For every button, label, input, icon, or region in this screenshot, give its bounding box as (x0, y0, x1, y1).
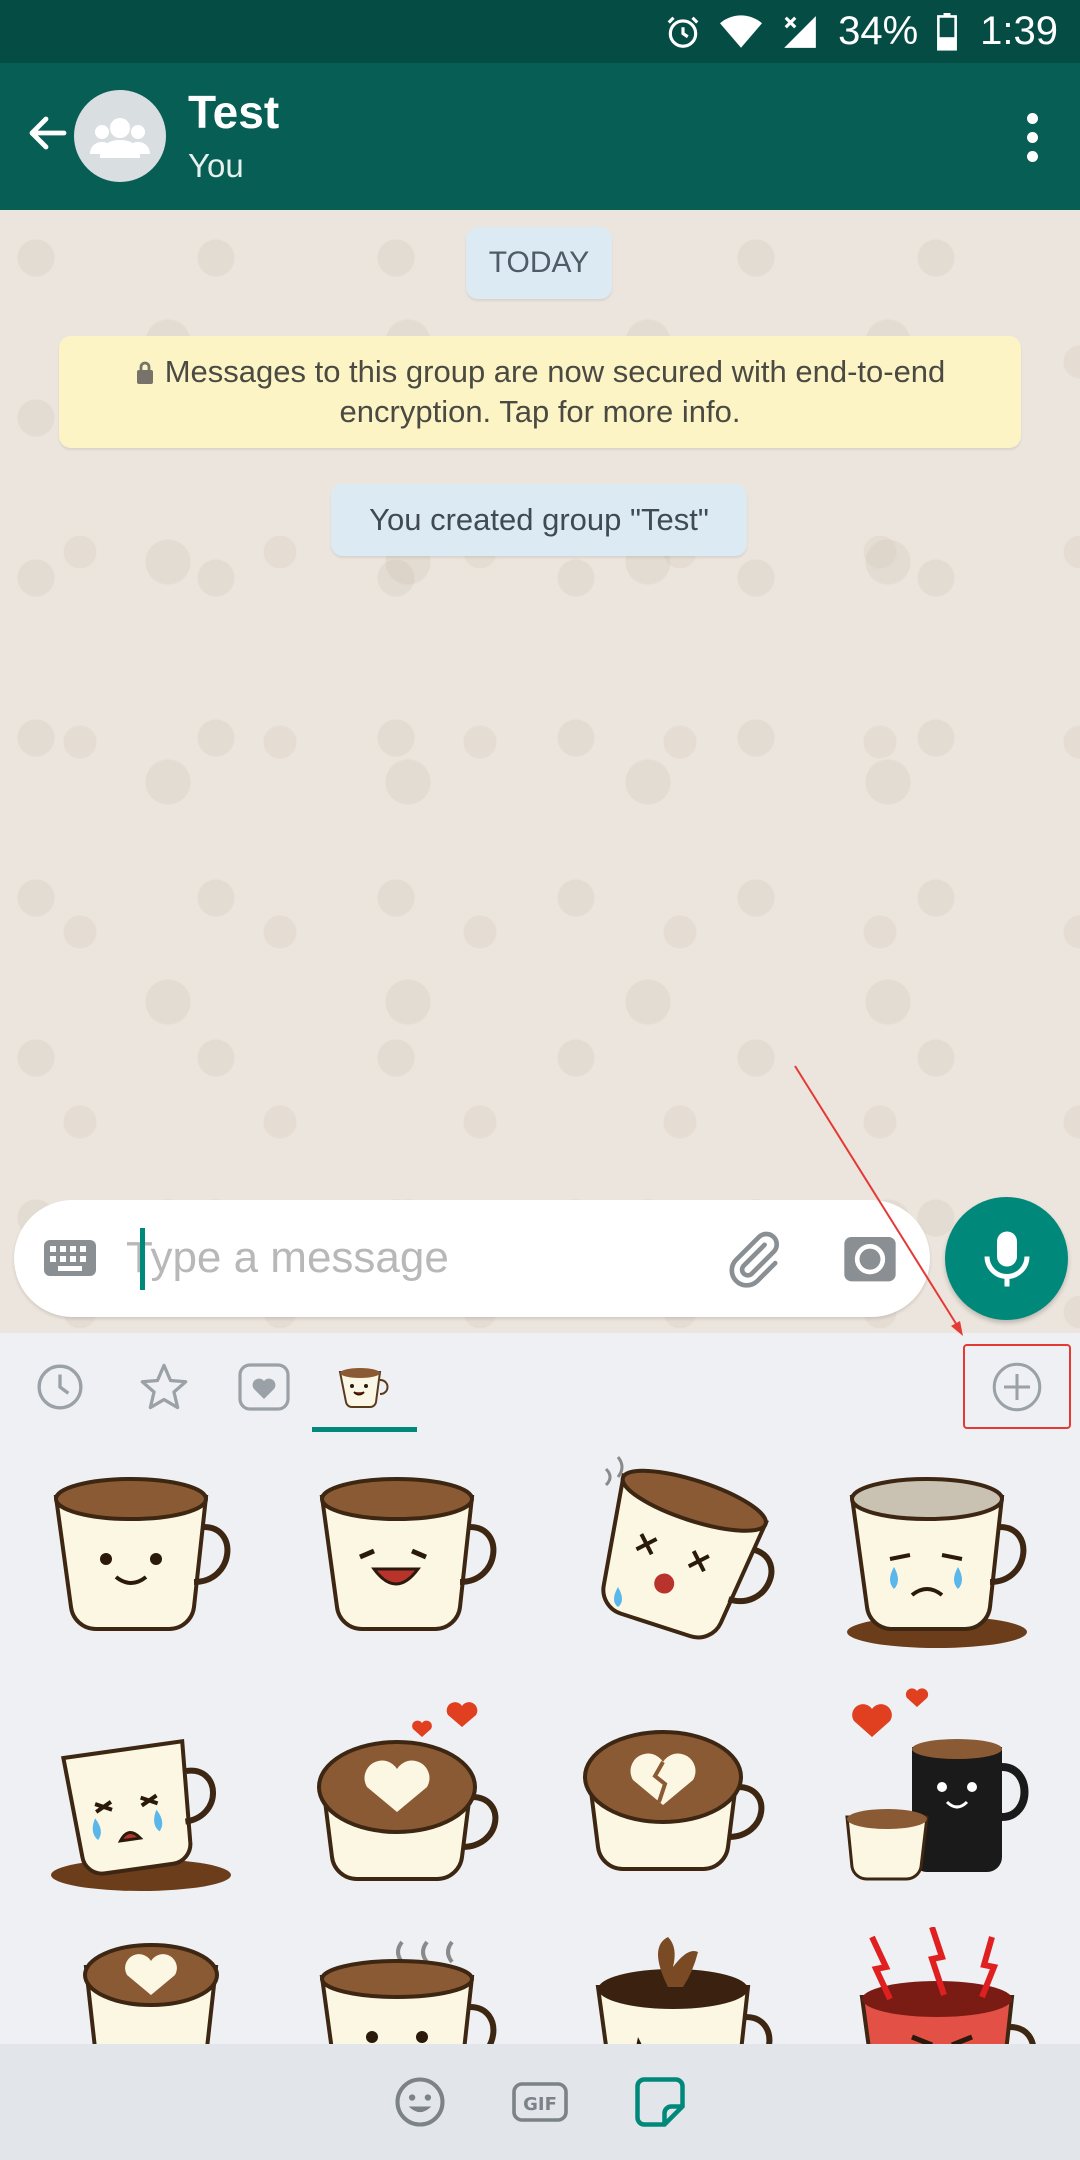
group-icon (90, 118, 150, 158)
encryption-notice[interactable]: Messages to this group are now secured w… (59, 336, 1021, 448)
lock-icon (136, 361, 153, 384)
camera-icon[interactable] (842, 1230, 898, 1286)
active-tab-indicator (312, 1427, 417, 1432)
clock: 1:39 (980, 9, 1058, 53)
gif-icon: GIF (512, 2082, 568, 2122)
star-icon (140, 1363, 188, 1410)
sticker-happy-cup[interactable] (46, 1467, 246, 1667)
status-bar: 34% 1:39 (0, 0, 1080, 63)
tab-favorites[interactable] (234, 1357, 294, 1417)
sticker-steaming-cup[interactable] (312, 1937, 512, 2044)
sticker-dizzy-cup[interactable] (578, 1447, 778, 1647)
sticker-crying-spilled-cup[interactable] (842, 1467, 1042, 1667)
clock-icon (37, 1364, 83, 1410)
sticker-heart-latte-cup[interactable] (46, 1937, 246, 2044)
sticker-splashing-cup[interactable] (578, 1927, 778, 2044)
overflow-menu-button[interactable] (1012, 107, 1052, 167)
chat-title[interactable]: Test (188, 85, 279, 139)
battery-percent: 34% (838, 9, 919, 53)
dot-icon (1026, 150, 1038, 162)
sticker-tab-button[interactable] (629, 2071, 691, 2133)
emoji-gif-sticker-switcher: GIF (0, 2044, 1080, 2160)
microphone-icon (984, 1231, 1029, 1286)
message-composer (14, 1200, 930, 1317)
sticker-mug-couple[interactable] (842, 1687, 1042, 1887)
alarm-icon (667, 16, 699, 48)
sticker-fallen-crying-cup[interactable] (46, 1707, 246, 1907)
chat-area[interactable]: TODAY Messages to this group are now sec… (0, 210, 1080, 1333)
plus-circle-icon (992, 1362, 1042, 1411)
coffee-pack-icon (338, 1368, 389, 1409)
dot-icon (1026, 112, 1038, 124)
emoji-tab-button[interactable] (389, 2071, 451, 2133)
arrow-left-icon (29, 116, 67, 150)
dot-icon (1026, 131, 1038, 143)
gif-tab-button[interactable]: GIF (509, 2071, 571, 2133)
signal-icon (784, 15, 816, 48)
encryption-notice-text: Messages to this group are now secured w… (164, 354, 946, 429)
chat-header: Test You (0, 63, 1080, 210)
back-button[interactable] (18, 103, 78, 163)
tab-starred[interactable] (134, 1357, 194, 1417)
sticker-panel (0, 1333, 1080, 2044)
group-avatar[interactable] (74, 90, 166, 182)
smiley-icon (395, 2077, 445, 2127)
wifi-icon (720, 14, 763, 48)
battery-icon (937, 12, 958, 51)
sticker-icon (635, 2077, 685, 2127)
svg-text:GIF: GIF (523, 2094, 557, 2115)
voice-record-button[interactable] (945, 1197, 1068, 1320)
attachment-icon[interactable] (722, 1228, 784, 1290)
sticker-laughing-cup[interactable] (312, 1467, 512, 1667)
sticker-tabs (0, 1333, 1080, 1437)
tab-coffee-pack[interactable] (334, 1357, 396, 1417)
sticker-broken-heart-latte[interactable] (578, 1707, 778, 1907)
message-input[interactable] (126, 1222, 686, 1294)
system-message: You created group "Test" (331, 484, 747, 556)
heart-icon (238, 1363, 290, 1411)
chat-subtitle[interactable]: You (188, 147, 244, 185)
tab-recent[interactable] (30, 1357, 90, 1417)
text-cursor (140, 1228, 145, 1290)
sticker-angry-red-cup[interactable] (842, 1926, 1042, 2044)
sticker-heart-latte[interactable] (312, 1687, 512, 1887)
add-sticker-pack-button[interactable] (963, 1344, 1071, 1429)
date-divider: TODAY (466, 227, 612, 299)
keyboard-icon[interactable] (44, 1236, 96, 1280)
